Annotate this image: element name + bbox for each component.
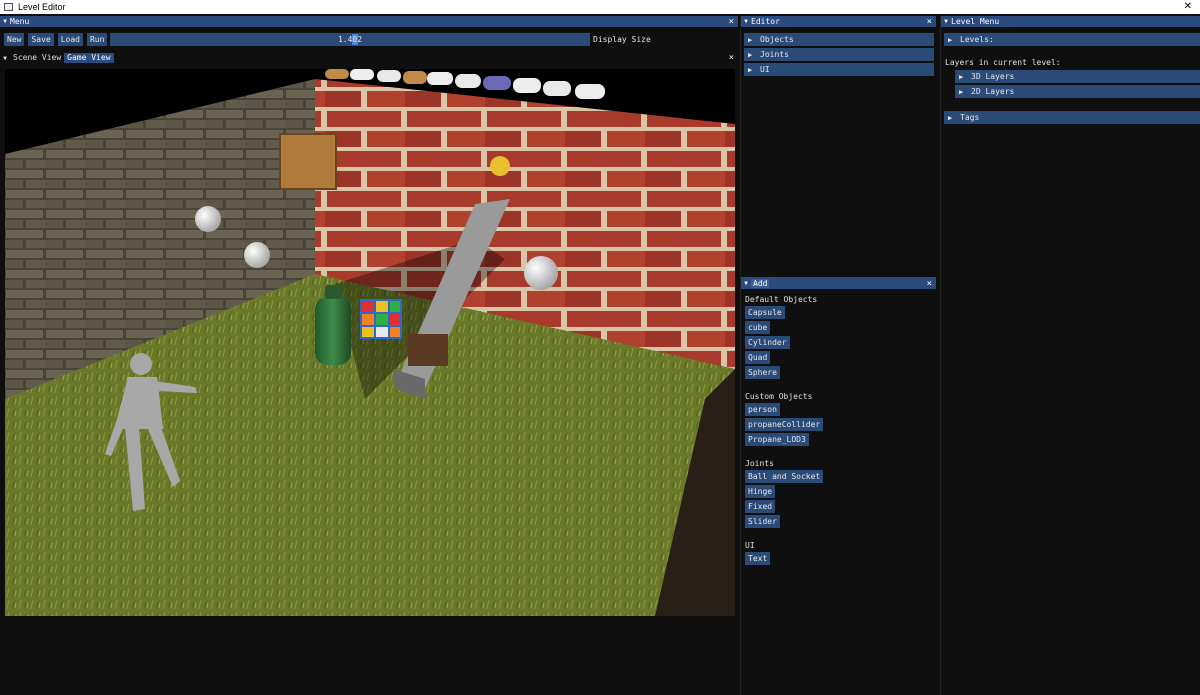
layer-3d-header[interactable]: ▶ 3D Layers	[955, 70, 1200, 83]
new-button[interactable]: New	[4, 33, 25, 46]
expand-arrow-icon: ▶	[948, 113, 953, 122]
editor-header-joints[interactable]: ▶ Joints	[744, 48, 934, 61]
app-title-bar: Level Editor ✕	[0, 0, 1200, 14]
tab-game-view[interactable]: Game View	[64, 53, 114, 63]
save-button[interactable]: Save	[28, 33, 54, 46]
close-icon[interactable]: ×	[729, 53, 734, 63]
add-ball-socket-button[interactable]: Ball and Socket	[745, 470, 824, 483]
level-menu-window: ▼ Level Menu ▶ Levels: Layers in current …	[940, 16, 1200, 695]
expand-arrow-icon: ▶	[959, 87, 964, 96]
ui-label: UI	[745, 541, 755, 550]
add-propane-lod3-button[interactable]: Propane_LOD3	[745, 433, 809, 446]
add-slider-button[interactable]: Slider	[745, 515, 780, 528]
collapse-arrow-icon[interactable]: ▼	[0, 55, 10, 62]
collapse-arrow-icon[interactable]: ▼	[941, 18, 951, 25]
editor-window-title-bar[interactable]: ▼ Editor ×	[741, 16, 936, 27]
menu-window-title-bar[interactable]: ▼ Menu ×	[0, 16, 738, 27]
display-size-value: 1.402	[337, 35, 363, 44]
editor-screen: ▼ Menu × New Save Load Run 1.402 Display…	[0, 14, 1200, 695]
app-icon	[4, 3, 13, 11]
add-capsule-button[interactable]: Capsule	[745, 306, 785, 319]
display-size-label: Display Size	[593, 35, 651, 44]
run-button[interactable]: Run	[86, 33, 108, 46]
sphere	[244, 242, 270, 268]
editor-window-title: Editor	[751, 17, 780, 26]
joints-label: Joints	[745, 459, 774, 468]
collapse-arrow-icon[interactable]: ▼	[741, 18, 751, 25]
app-title: Level Editor	[18, 2, 66, 12]
sphere	[524, 256, 558, 290]
scene-render	[5, 69, 735, 616]
collapse-arrow-icon[interactable]: ▼	[741, 280, 751, 287]
levels-header[interactable]: ▶ Levels:	[944, 33, 1200, 46]
expand-arrow-icon: ▶	[748, 50, 753, 59]
wooden-crate	[408, 334, 448, 366]
add-hinge-button[interactable]: Hinge	[745, 485, 776, 498]
add-text-button[interactable]: Text	[745, 552, 771, 565]
add-cube-button[interactable]: cube	[745, 321, 771, 334]
layers-label: Layers in current level:	[945, 58, 1061, 67]
add-propane-collider-button[interactable]: propaneCollider	[745, 418, 824, 431]
propane-tank	[315, 297, 351, 365]
expand-arrow-icon: ▶	[948, 35, 953, 44]
close-icon[interactable]: ×	[927, 17, 932, 27]
add-window-title: Add	[751, 279, 770, 288]
sphere	[195, 206, 221, 232]
add-fixed-button[interactable]: Fixed	[745, 500, 776, 513]
add-sphere-button[interactable]: Sphere	[745, 366, 780, 379]
collapse-arrow-icon[interactable]: ▼	[0, 18, 10, 25]
custom-objects-label: Custom Objects	[745, 392, 813, 401]
load-button[interactable]: Load	[57, 33, 83, 46]
menu-window: ▼ Menu × New Save Load Run 1.402 Display…	[0, 16, 738, 52]
add-window-title-bar[interactable]: ▼ Add ×	[741, 278, 936, 289]
default-objects-label: Default Objects	[745, 295, 818, 304]
colored-ball	[490, 156, 510, 176]
layer-2d-header[interactable]: ▶ 2D Layers	[955, 85, 1200, 98]
expand-arrow-icon: ▶	[748, 35, 753, 44]
editor-header-objects[interactable]: ▶ Objects	[744, 33, 934, 46]
tab-scene-view[interactable]: Scene View	[10, 53, 64, 63]
add-quad-button[interactable]: Quad	[745, 351, 771, 364]
expand-arrow-icon: ▶	[959, 72, 964, 81]
close-icon[interactable]: ×	[729, 17, 734, 27]
display-size-slider[interactable]: 1.402	[110, 33, 590, 46]
wooden-panel	[279, 133, 337, 190]
level-menu-title-bar[interactable]: ▼ Level Menu	[941, 16, 1200, 27]
editor-window: ▼ Editor × ▶ Objects ▶ Joints ▶ UI	[740, 16, 936, 276]
editor-header-ui[interactable]: ▶ UI	[744, 63, 934, 76]
tags-header[interactable]: ▶ Tags	[944, 111, 1200, 124]
expand-arrow-icon: ▶	[748, 65, 753, 74]
level-menu-title: Level Menu	[951, 17, 1000, 26]
window-close-icon[interactable]: ✕	[1184, 0, 1192, 14]
view-tab-bar: ▼ Scene View Game View ×	[0, 52, 738, 64]
menu-window-title: Menu	[10, 17, 30, 26]
add-person-button[interactable]: person	[745, 403, 780, 416]
game-viewport[interactable]	[5, 69, 735, 616]
add-window: ▼ Add × Default Objects Capsule cube Cyl…	[740, 277, 936, 695]
add-cylinder-button[interactable]: Cylinder	[745, 336, 790, 349]
close-icon[interactable]: ×	[927, 279, 932, 289]
